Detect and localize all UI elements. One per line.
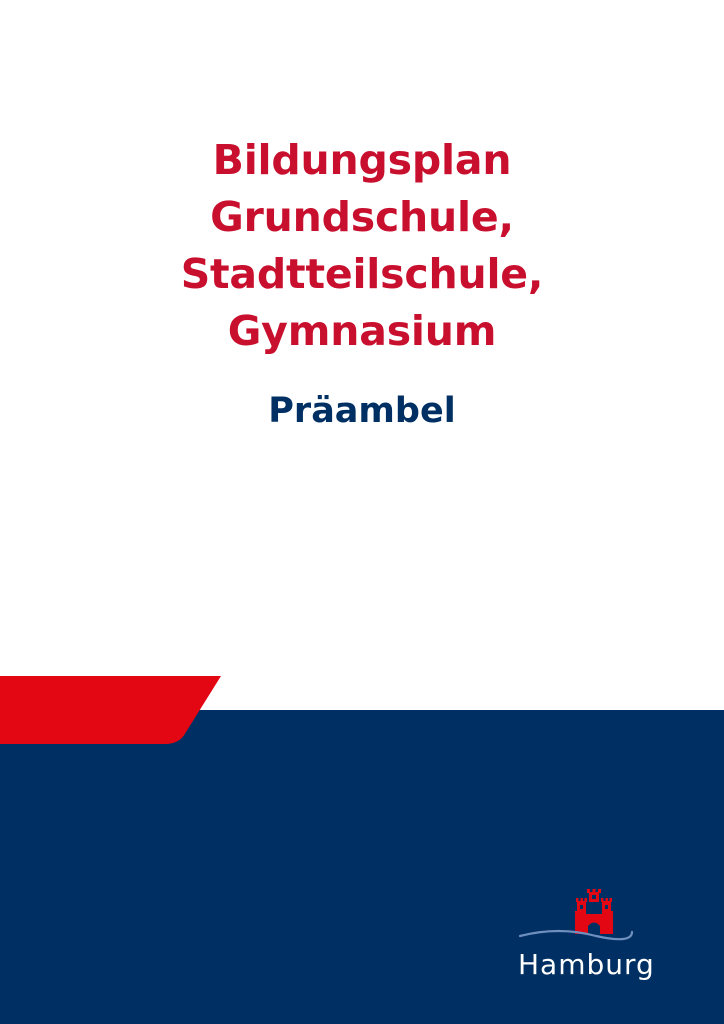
title-line-4: Gymnasium bbox=[227, 307, 497, 355]
hamburg-logo: Hamburg bbox=[514, 886, 684, 996]
title-line-3: Stadtteilschule, bbox=[180, 250, 544, 298]
hamburg-castle-icon bbox=[518, 889, 634, 941]
cover-page: Bildungsplan Grundschule, Stadtteilschul… bbox=[0, 0, 724, 1024]
title-line-1: Bildungsplan bbox=[212, 136, 512, 184]
logo-text: Hamburg bbox=[518, 948, 655, 981]
document-title: Bildungsplan Grundschule, Stadtteilschul… bbox=[0, 132, 724, 360]
title-line-2: Grundschule, bbox=[210, 193, 514, 241]
document-subtitle: Präambel bbox=[268, 391, 456, 431]
